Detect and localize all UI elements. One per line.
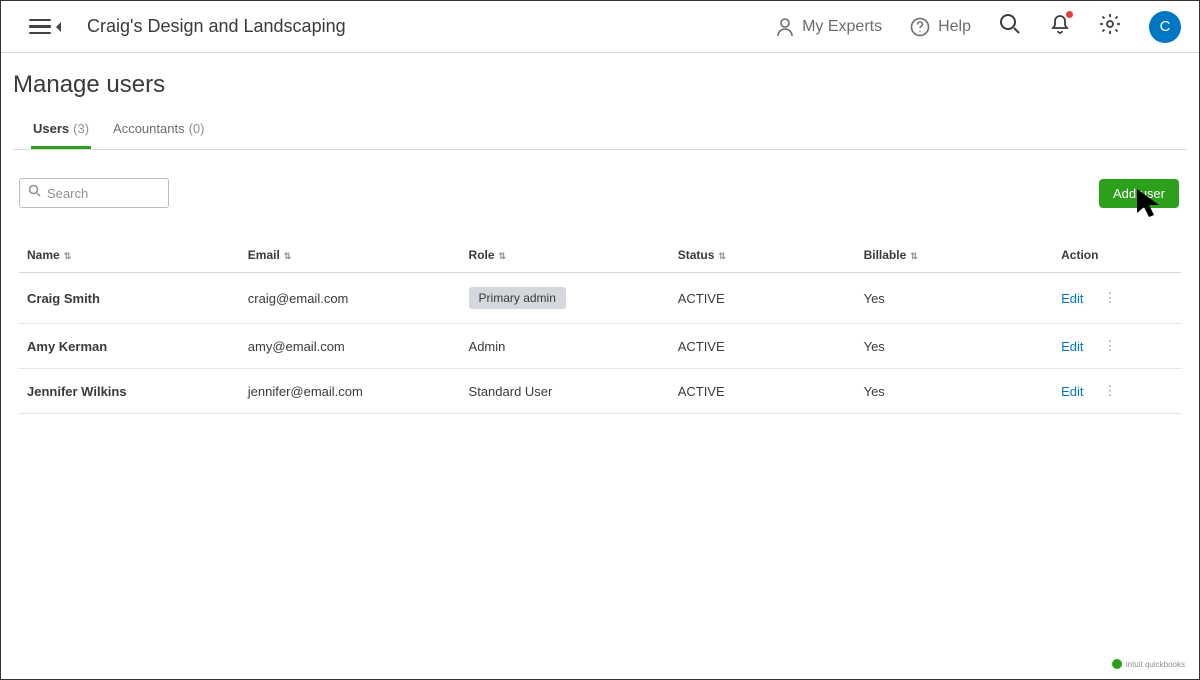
cell-role: Admin xyxy=(461,324,670,369)
brand-dot-icon xyxy=(1112,659,1122,669)
tab-count: (0) xyxy=(189,121,205,136)
cell-billable: Yes xyxy=(856,324,1054,369)
table-row: Craig Smithcraig@email.com Primary admin A… xyxy=(19,273,1181,324)
brand-mark: intuit quickbooks xyxy=(1112,659,1185,669)
kebab-icon[interactable]: ⋮ xyxy=(1100,290,1121,306)
role-pill: Primary admin xyxy=(469,287,566,309)
col-email[interactable]: Email⇅ xyxy=(240,248,461,273)
tab-accountants[interactable]: Accountants (0) xyxy=(111,121,206,149)
notifications-button[interactable] xyxy=(1049,13,1071,40)
tab-count: (3) xyxy=(73,121,89,136)
cell-billable: Yes xyxy=(856,273,1054,324)
cell-name: Amy Kerman xyxy=(19,324,240,369)
cell-name: Craig Smith xyxy=(19,273,240,324)
avatar[interactable]: C xyxy=(1149,11,1181,43)
tab-label: Users xyxy=(33,121,69,136)
col-billable[interactable]: Billable⇅ xyxy=(856,248,1054,273)
tabs: Users (3) Accountants (0) xyxy=(13,99,1187,150)
users-table: Name⇅ Email⇅ Role⇅ Status⇅ Billable⇅ Act… xyxy=(19,248,1181,414)
tab-label: Accountants xyxy=(113,121,185,136)
cell-role: Primary admin xyxy=(461,273,670,324)
sort-icon: ⇅ xyxy=(910,251,918,261)
search-input[interactable] xyxy=(47,186,160,201)
avatar-letter: C xyxy=(1160,18,1171,35)
cell-action: Edit ⋮ xyxy=(1053,273,1181,324)
cell-email: amy@email.com xyxy=(240,324,461,369)
users-table-wrap: Name⇅ Email⇅ Role⇅ Status⇅ Billable⇅ Act… xyxy=(1,208,1199,414)
edit-link[interactable]: Edit xyxy=(1061,384,1083,399)
settings-button[interactable] xyxy=(1099,13,1121,40)
cell-status: ACTIVE xyxy=(670,324,856,369)
search-button[interactable] xyxy=(999,13,1021,40)
col-action: Action xyxy=(1053,248,1181,273)
brand-text: intuit quickbooks xyxy=(1126,660,1185,669)
search-box[interactable] xyxy=(19,178,169,208)
table-row: Jennifer Wilkinsjennifer@email.comStanda… xyxy=(19,369,1181,414)
sort-icon: ⇅ xyxy=(718,251,726,261)
notification-dot xyxy=(1066,11,1073,18)
table-row: Amy Kermanamy@email.comAdminACTIVEYesEdi… xyxy=(19,324,1181,369)
person-icon xyxy=(776,17,794,37)
add-user-button[interactable]: Add user xyxy=(1099,179,1179,208)
cell-role: Standard User xyxy=(461,369,670,414)
cell-billable: Yes xyxy=(856,369,1054,414)
col-status[interactable]: Status⇅ xyxy=(670,248,856,273)
tab-users[interactable]: Users (3) xyxy=(31,121,91,149)
toolbar: Add user xyxy=(1,150,1199,208)
cell-name: Jennifer Wilkins xyxy=(19,369,240,414)
my-experts-label: My Experts xyxy=(802,18,882,36)
sort-icon: ⇅ xyxy=(64,251,72,261)
col-role[interactable]: Role⇅ xyxy=(461,248,670,273)
menu-toggle[interactable] xyxy=(29,19,63,35)
company-name: Craig's Design and Landscaping xyxy=(87,16,346,37)
help-icon xyxy=(910,17,930,37)
cell-action: Edit ⋮ xyxy=(1053,369,1181,414)
sort-icon: ⇅ xyxy=(284,251,292,261)
col-name[interactable]: Name⇅ xyxy=(19,248,240,273)
edit-link[interactable]: Edit xyxy=(1061,291,1083,306)
cell-status: ACTIVE xyxy=(670,369,856,414)
edit-link[interactable]: Edit xyxy=(1061,339,1083,354)
cell-status: ACTIVE xyxy=(670,273,856,324)
kebab-icon[interactable]: ⋮ xyxy=(1100,383,1121,399)
cell-email: craig@email.com xyxy=(240,273,461,324)
help-label: Help xyxy=(938,18,971,36)
cell-email: jennifer@email.com xyxy=(240,369,461,414)
sort-icon: ⇅ xyxy=(499,251,507,261)
top-bar: Craig's Design and Landscaping My Expert… xyxy=(1,1,1199,53)
caret-left-icon xyxy=(55,21,63,33)
hamburger-icon xyxy=(29,19,51,35)
cell-action: Edit ⋮ xyxy=(1053,324,1181,369)
topbar-right: My Experts Help xyxy=(776,11,1181,43)
help-link[interactable]: Help xyxy=(910,17,971,37)
search-icon xyxy=(28,184,41,202)
kebab-icon[interactable]: ⋮ xyxy=(1100,338,1121,354)
my-experts-link[interactable]: My Experts xyxy=(776,17,882,37)
page-title: Manage users xyxy=(1,53,1199,99)
